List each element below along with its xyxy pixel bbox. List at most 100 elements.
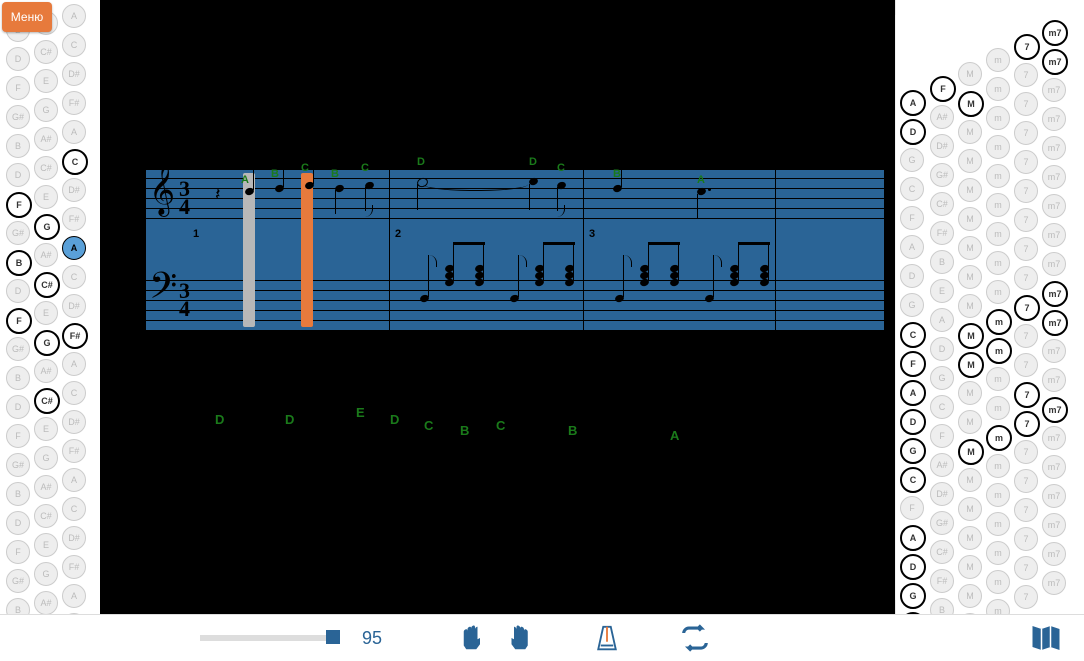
- left-key-button[interactable]: D: [6, 163, 30, 187]
- right-chord-button[interactable]: A#: [930, 105, 954, 129]
- right-chord-button[interactable]: m7: [1042, 165, 1066, 189]
- left-key-button[interactable]: B: [6, 366, 30, 390]
- left-key-button[interactable]: B: [6, 482, 30, 506]
- right-chord-button[interactable]: 7: [1014, 527, 1038, 551]
- right-chord-button[interactable]: G: [900, 438, 926, 464]
- left-key-button[interactable]: A#: [34, 359, 58, 383]
- right-chord-button[interactable]: m7: [1042, 368, 1066, 392]
- right-chord-button[interactable]: m: [986, 425, 1012, 451]
- right-chord-button[interactable]: m: [986, 48, 1010, 72]
- right-chord-button[interactable]: C: [930, 395, 954, 419]
- right-chord-button[interactable]: m: [986, 454, 1010, 478]
- right-chord-button[interactable]: G: [900, 583, 926, 609]
- right-chord-button[interactable]: M: [958, 91, 984, 117]
- left-key-button[interactable]: C#: [34, 156, 58, 180]
- right-chord-button[interactable]: m: [986, 338, 1012, 364]
- right-chord-button[interactable]: M: [958, 265, 982, 289]
- right-chord-button[interactable]: 7: [1014, 498, 1038, 522]
- left-key-button[interactable]: D#: [62, 294, 86, 318]
- right-chord-button[interactable]: G: [900, 293, 924, 317]
- right-chord-button[interactable]: F: [900, 496, 924, 520]
- right-chord-button[interactable]: C: [900, 467, 926, 493]
- right-chord-button[interactable]: M: [958, 410, 982, 434]
- menu-button[interactable]: Меню: [2, 2, 52, 32]
- right-chord-button[interactable]: D: [900, 409, 926, 435]
- right-chord-button[interactable]: m: [986, 570, 1010, 594]
- left-key-button[interactable]: F: [6, 308, 32, 334]
- left-key-button[interactable]: D: [6, 47, 30, 71]
- left-key-button[interactable]: B: [6, 134, 30, 158]
- right-chord-button[interactable]: A: [900, 525, 926, 551]
- left-key-button[interactable]: G: [34, 214, 60, 240]
- right-hand-icon[interactable]: [504, 623, 534, 653]
- right-chord-button[interactable]: m7: [1042, 542, 1066, 566]
- left-key-button[interactable]: F#: [62, 439, 86, 463]
- left-key-button[interactable]: E: [34, 185, 58, 209]
- right-chord-button[interactable]: C#: [930, 540, 954, 564]
- left-key-button[interactable]: G: [34, 98, 58, 122]
- right-chord-button[interactable]: m7: [1042, 49, 1068, 75]
- right-chord-button[interactable]: m7: [1042, 397, 1068, 423]
- right-chord-button[interactable]: m: [986, 280, 1010, 304]
- right-chord-button[interactable]: M: [958, 439, 984, 465]
- right-chord-button[interactable]: m: [986, 222, 1010, 246]
- right-chord-button[interactable]: G: [900, 148, 924, 172]
- right-chord-button[interactable]: D: [900, 264, 924, 288]
- right-chord-button[interactable]: m7: [1042, 78, 1066, 102]
- right-chord-button[interactable]: M: [958, 468, 982, 492]
- right-chord-button[interactable]: m7: [1042, 223, 1066, 247]
- left-key-button[interactable]: E: [34, 533, 58, 557]
- right-chord-button[interactable]: M: [958, 120, 982, 144]
- left-key-button[interactable]: F#: [62, 91, 86, 115]
- right-chord-button[interactable]: D: [930, 337, 954, 361]
- right-chord-button[interactable]: M: [958, 178, 982, 202]
- left-key-button[interactable]: G#: [6, 453, 30, 477]
- left-key-button[interactable]: F#: [62, 207, 86, 231]
- left-key-button[interactable]: A#: [34, 243, 58, 267]
- right-chord-button[interactable]: D: [900, 119, 926, 145]
- left-key-button[interactable]: A: [62, 584, 86, 608]
- left-key-button[interactable]: C: [62, 265, 86, 289]
- right-chord-button[interactable]: m: [986, 164, 1010, 188]
- map-icon[interactable]: [1028, 620, 1064, 656]
- right-chord-button[interactable]: 7: [1014, 556, 1038, 580]
- right-chord-button[interactable]: E: [930, 279, 954, 303]
- right-chord-button[interactable]: 7: [1014, 237, 1038, 261]
- right-chord-button[interactable]: D#: [930, 134, 954, 158]
- right-chord-button[interactable]: M: [958, 207, 982, 231]
- right-chord-button[interactable]: G: [930, 366, 954, 390]
- left-key-button[interactable]: B: [6, 250, 32, 276]
- right-chord-button[interactable]: m7: [1042, 339, 1066, 363]
- right-chord-button[interactable]: 7: [1014, 469, 1038, 493]
- left-key-button[interactable]: G: [34, 562, 58, 586]
- right-chord-button[interactable]: m7: [1042, 484, 1066, 508]
- left-key-button[interactable]: E: [34, 69, 58, 93]
- loop-icon[interactable]: [680, 623, 710, 653]
- left-key-button[interactable]: G: [34, 330, 60, 356]
- right-chord-button[interactable]: D#: [930, 482, 954, 506]
- left-key-button[interactable]: A: [62, 468, 86, 492]
- left-key-button[interactable]: A: [62, 352, 86, 376]
- right-chord-button[interactable]: M: [958, 323, 984, 349]
- right-chord-button[interactable]: 7: [1014, 266, 1038, 290]
- right-chord-button[interactable]: m7: [1042, 513, 1066, 537]
- right-chord-button[interactable]: m: [986, 77, 1010, 101]
- right-chord-button[interactable]: 7: [1014, 150, 1038, 174]
- right-chord-button[interactable]: m: [986, 106, 1010, 130]
- right-chord-button[interactable]: m7: [1042, 571, 1066, 595]
- left-key-button[interactable]: G#: [6, 105, 30, 129]
- right-chord-button[interactable]: F: [900, 206, 924, 230]
- right-chord-button[interactable]: A#: [930, 453, 954, 477]
- left-key-button[interactable]: A#: [34, 475, 58, 499]
- right-chord-button[interactable]: m: [986, 367, 1010, 391]
- right-chord-button[interactable]: m: [986, 396, 1010, 420]
- left-key-button[interactable]: C#: [34, 40, 58, 64]
- left-key-button[interactable]: F: [6, 192, 32, 218]
- right-chord-button[interactable]: 7: [1014, 208, 1038, 232]
- right-chord-button[interactable]: m: [986, 541, 1010, 565]
- right-chord-button[interactable]: M: [958, 526, 982, 550]
- left-key-button[interactable]: C: [62, 33, 86, 57]
- left-key-button[interactable]: D#: [62, 62, 86, 86]
- left-key-button[interactable]: D#: [62, 410, 86, 434]
- left-key-button[interactable]: G#: [6, 221, 30, 245]
